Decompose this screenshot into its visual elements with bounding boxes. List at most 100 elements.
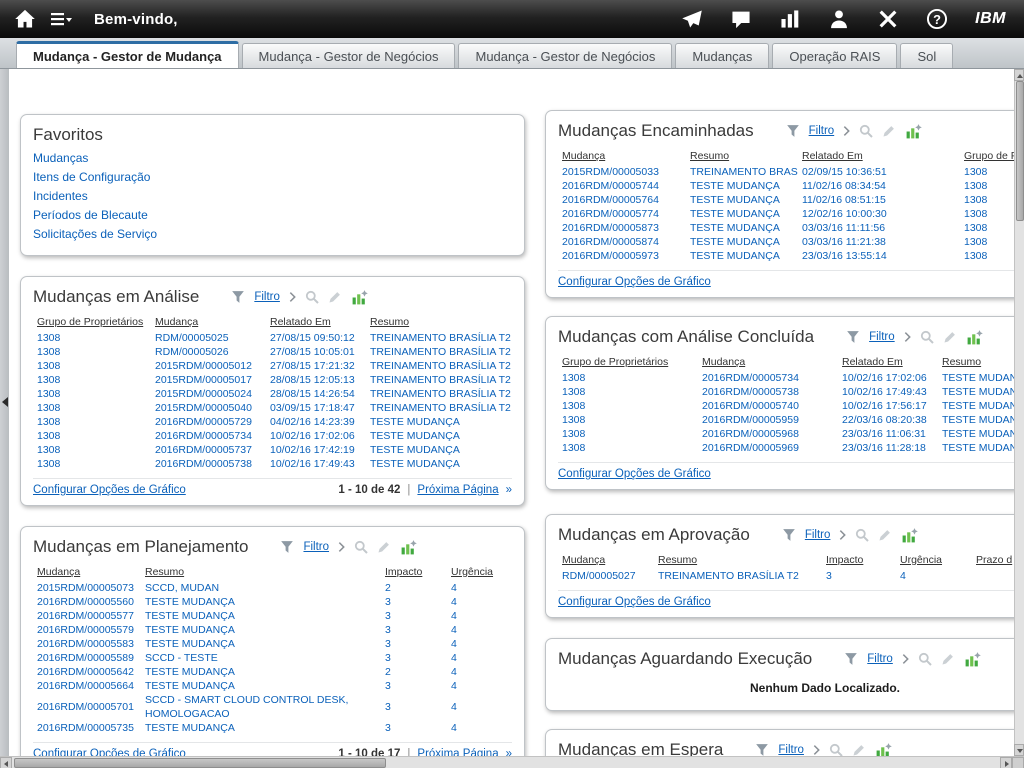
chart-options-icon[interactable]: [875, 742, 892, 757]
record-link-cell[interactable]: 2016RDM/00005734: [698, 371, 838, 385]
record-link-cell[interactable]: 2016RDM/00005583: [33, 637, 141, 651]
record-link-cell[interactable]: 2015RDM/00005012: [151, 359, 266, 373]
column-header[interactable]: Resumo: [938, 354, 1014, 371]
column-header[interactable]: Relatado Em: [798, 148, 960, 165]
favorite-link-solicitacoes-de-servico[interactable]: Solicitações de Serviço: [33, 227, 512, 241]
filter-icon[interactable]: [280, 540, 294, 554]
record-link-cell[interactable]: 2016RDM/00005973: [558, 249, 686, 263]
record-link-cell[interactable]: 2016RDM/00005740: [698, 399, 838, 413]
chart-options-icon[interactable]: [351, 289, 368, 306]
record-link-cell[interactable]: 2016RDM/00005737: [151, 443, 266, 457]
column-header[interactable]: Resumo: [686, 148, 798, 165]
filter-link[interactable]: Filtro: [867, 653, 893, 665]
column-header[interactable]: Urgência: [896, 552, 972, 569]
search-icon[interactable]: [920, 330, 934, 344]
home-icon[interactable]: [14, 8, 36, 30]
record-link-cell[interactable]: 2015RDM/00005024: [151, 387, 266, 401]
configure-chart-link[interactable]: Configurar Opções de Gráfico: [558, 468, 711, 480]
column-header[interactable]: Relatado Em: [838, 354, 938, 371]
expand-chevron-icon[interactable]: [839, 528, 846, 542]
next-page-link[interactable]: Próxima Página: [417, 748, 498, 756]
collapse-arrow-icon[interactable]: [2, 397, 8, 407]
chart-options-icon[interactable]: [964, 651, 981, 668]
column-header[interactable]: Mudança: [558, 148, 686, 165]
record-link-cell[interactable]: 2016RDM/00005701: [33, 693, 141, 721]
tab-solicitacoes[interactable]: Sol: [900, 43, 953, 68]
user-icon[interactable]: [828, 8, 850, 30]
column-header[interactable]: Prazo d: [972, 552, 1014, 569]
scroll-left-button[interactable]: [0, 757, 12, 768]
record-link-cell[interactable]: 2016RDM/00005764: [558, 193, 686, 207]
column-header[interactable]: Resumo: [366, 314, 512, 331]
record-link-cell[interactable]: 2015RDM/00005017: [151, 373, 266, 387]
sidebar-collapse-rail[interactable]: [0, 69, 9, 756]
filter-link[interactable]: Filtro: [778, 744, 804, 756]
record-link-cell[interactable]: 2016RDM/00005959: [698, 413, 838, 427]
chart-options-icon[interactable]: [905, 123, 922, 140]
favorite-link-itens-de-configuracao[interactable]: Itens de Configuração: [33, 170, 512, 184]
goto-menu-icon[interactable]: [50, 8, 72, 30]
vertical-scrollbar-thumb[interactable]: [1016, 81, 1024, 221]
search-icon[interactable]: [829, 743, 843, 756]
expand-chevron-icon[interactable]: [289, 290, 296, 304]
column-header[interactable]: Mudança: [151, 314, 266, 331]
tab-mudanca-gestor-de-negocios-1[interactable]: Mudança - Gestor de Negócios: [242, 43, 456, 68]
filter-icon[interactable]: [755, 743, 769, 756]
scroll-up-button[interactable]: [1014, 69, 1024, 81]
record-link-cell[interactable]: 2016RDM/00005744: [558, 179, 686, 193]
filter-icon[interactable]: [782, 528, 796, 542]
chart-options-icon[interactable]: [966, 329, 983, 346]
record-link-cell[interactable]: 2016RDM/00005579: [33, 623, 141, 637]
send-icon[interactable]: [681, 8, 703, 30]
favorite-link-incidentes[interactable]: Incidentes: [33, 189, 512, 203]
vertical-scrollbar[interactable]: [1014, 69, 1024, 756]
next-page-arrows-icon[interactable]: »: [506, 748, 512, 756]
close-icon[interactable]: [877, 8, 899, 30]
next-page-arrows-icon[interactable]: »: [506, 484, 512, 496]
filter-link[interactable]: Filtro: [303, 541, 329, 553]
record-link-cell[interactable]: 2016RDM/00005873: [558, 221, 686, 235]
configure-chart-link[interactable]: Configurar Opções de Gráfico: [558, 596, 711, 608]
column-header[interactable]: Mudança: [33, 564, 141, 581]
edit-icon[interactable]: [882, 124, 896, 138]
record-link-cell[interactable]: 2016RDM/00005738: [698, 385, 838, 399]
tab-mudanca-gestor-de-negocios-2[interactable]: Mudança - Gestor de Negócios: [458, 43, 672, 68]
favorite-link-mudancas[interactable]: Mudanças: [33, 151, 512, 165]
record-link-cell[interactable]: 2016RDM/00005968: [698, 427, 838, 441]
search-icon[interactable]: [855, 528, 869, 542]
record-link-cell[interactable]: 2016RDM/00005738: [151, 457, 266, 471]
record-link-cell[interactable]: 2015RDM/00005040: [151, 401, 266, 415]
record-link-cell[interactable]: 2015RDM/00005073: [33, 581, 141, 595]
horizontal-scrollbar-thumb[interactable]: [14, 758, 386, 768]
help-icon[interactable]: ?: [926, 8, 948, 30]
edit-icon[interactable]: [941, 652, 955, 666]
next-page-link[interactable]: Próxima Página: [417, 484, 498, 496]
record-link-cell[interactable]: 2016RDM/00005734: [151, 429, 266, 443]
record-link-cell[interactable]: 2016RDM/00005642: [33, 665, 141, 679]
tab-mudancas[interactable]: Mudanças: [675, 43, 769, 68]
chart-options-icon[interactable]: [400, 539, 417, 556]
record-link-cell[interactable]: 2016RDM/00005729: [151, 415, 266, 429]
edit-icon[interactable]: [943, 330, 957, 344]
edit-icon[interactable]: [878, 528, 892, 542]
record-link-cell[interactable]: 2016RDM/00005774: [558, 207, 686, 221]
edit-icon[interactable]: [328, 290, 342, 304]
scroll-down-button[interactable]: [1014, 744, 1024, 756]
record-link-cell[interactable]: 2016RDM/00005560: [33, 595, 141, 609]
column-header[interactable]: Impacto: [822, 552, 896, 569]
column-header[interactable]: Impacto: [381, 564, 447, 581]
filter-icon[interactable]: [846, 330, 860, 344]
column-header[interactable]: Mudança: [698, 354, 838, 371]
expand-chevron-icon[interactable]: [904, 330, 911, 344]
column-header[interactable]: Resumo: [654, 552, 822, 569]
record-link-cell[interactable]: 2016RDM/00005577: [33, 609, 141, 623]
configure-chart-link[interactable]: Configurar Opções de Gráfico: [33, 748, 186, 756]
column-header[interactable]: Grupo de Proprietários: [558, 354, 698, 371]
record-link-cell[interactable]: 2016RDM/00005589: [33, 651, 141, 665]
edit-icon[interactable]: [852, 743, 866, 756]
record-link-cell[interactable]: RDM/00005025: [151, 331, 266, 345]
expand-chevron-icon[interactable]: [813, 743, 820, 756]
expand-chevron-icon[interactable]: [843, 124, 850, 138]
record-link-cell[interactable]: RDM/00005026: [151, 345, 266, 359]
filter-link[interactable]: Filtro: [869, 331, 895, 343]
